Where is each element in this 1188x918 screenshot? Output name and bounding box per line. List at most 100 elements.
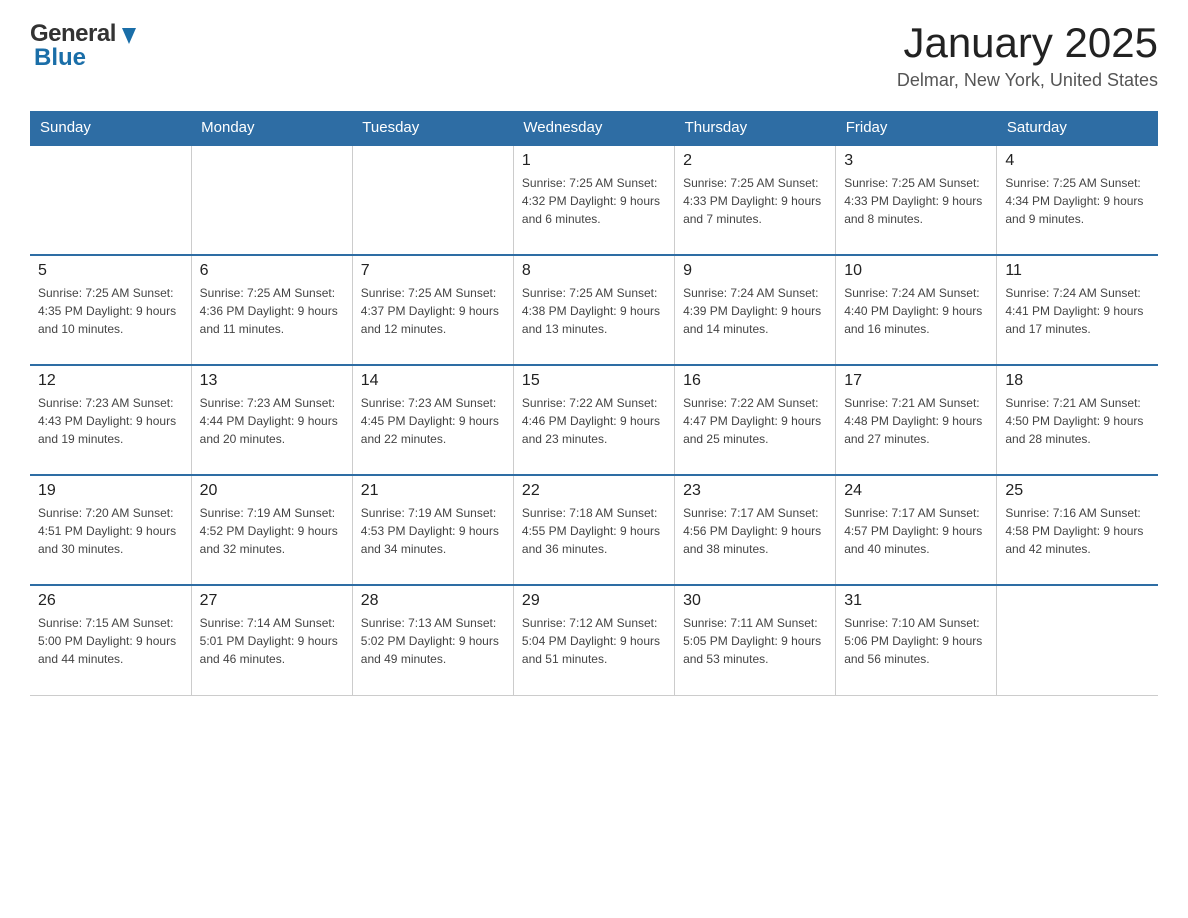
day-number: 18 xyxy=(1005,372,1150,390)
day-info: Sunrise: 7:22 AM Sunset: 4:46 PM Dayligh… xyxy=(522,394,666,448)
calendar-cell: 25 Sunrise: 7:16 AM Sunset: 4:58 PM Dayli… xyxy=(997,475,1158,585)
day-number: 14 xyxy=(361,372,505,390)
day-number: 29 xyxy=(522,592,666,610)
calendar-cell: 1 Sunrise: 7:25 AM Sunset: 4:32 PM Daylig… xyxy=(513,145,674,255)
day-number: 24 xyxy=(844,482,988,500)
calendar-cell: 20Sunrise: 7:19 AM Sunset: 4:52 PM Dayli… xyxy=(191,475,352,585)
calendar-week-row: 19 Sunrise: 7:20 AM Sunset: 4:51 PM Dayli… xyxy=(30,475,1158,585)
day-info: Sunrise: 7:21 AM Sunset: 4:48 PM Dayligh… xyxy=(844,394,988,448)
calendar-cell: 3Sunrise: 7:25 AM Sunset: 4:33 PM Daylig… xyxy=(836,145,997,255)
day-info: Sunrise: 7:18 AM Sunset: 4:55 PM Dayligh… xyxy=(522,504,666,558)
day-info: Sunrise: 7:23 AM Sunset: 4:45 PM Dayligh… xyxy=(361,394,505,448)
day-number: 4 xyxy=(1005,152,1150,170)
calendar-cell xyxy=(352,145,513,255)
day-number: 12 xyxy=(38,372,183,390)
calendar-cell: 19 Sunrise: 7:20 AM Sunset: 4:51 PM Dayli… xyxy=(30,475,191,585)
day-number: 25 xyxy=(1005,482,1150,500)
calendar-cell: 10Sunrise: 7:24 AM Sunset: 4:40 PM Dayli… xyxy=(836,255,997,365)
day-number: 6 xyxy=(200,262,344,280)
calendar-cell: 4 Sunrise: 7:25 AM Sunset: 4:34 PM Daylig… xyxy=(997,145,1158,255)
calendar-cell xyxy=(191,145,352,255)
day-number: 13 xyxy=(200,372,344,390)
day-info: Sunrise: 7:20 AM Sunset: 4:51 PM Dayligh… xyxy=(38,504,183,558)
day-number: 5 xyxy=(38,262,183,280)
day-number: 7 xyxy=(361,262,505,280)
day-info: Sunrise: 7:15 AM Sunset: 5:00 PM Dayligh… xyxy=(38,614,183,668)
day-number: 16 xyxy=(683,372,827,390)
day-number: 26 xyxy=(38,592,183,610)
calendar-cell: 31 Sunrise: 7:10 AM Sunset: 5:06 PM Dayli… xyxy=(836,585,997,695)
day-info: Sunrise: 7:19 AM Sunset: 4:53 PM Dayligh… xyxy=(361,504,505,558)
day-info: Sunrise: 7:13 AM Sunset: 5:02 PM Dayligh… xyxy=(361,614,505,668)
day-info: Sunrise: 7:10 AM Sunset: 5:06 PM Dayligh… xyxy=(844,614,988,668)
day-info: Sunrise: 7:21 AM Sunset: 4:50 PM Dayligh… xyxy=(1005,394,1150,448)
day-info: Sunrise: 7:25 AM Sunset: 4:33 PM Dayligh… xyxy=(844,174,988,228)
calendar-cell: 11 Sunrise: 7:24 AM Sunset: 4:41 PM Dayli… xyxy=(997,255,1158,365)
calendar-day-header: Thursday xyxy=(675,111,836,145)
calendar-cell: 2 Sunrise: 7:25 AM Sunset: 4:33 PM Daylig… xyxy=(675,145,836,255)
day-number: 11 xyxy=(1005,262,1150,280)
day-info: Sunrise: 7:22 AM Sunset: 4:47 PM Dayligh… xyxy=(683,394,827,448)
calendar-table: SundayMondayTuesdayWednesdayThursdayFrid… xyxy=(30,111,1158,696)
day-number: 2 xyxy=(683,152,827,170)
calendar-cell: 16 Sunrise: 7:22 AM Sunset: 4:47 PM Dayli… xyxy=(675,365,836,475)
day-number: 9 xyxy=(683,262,827,280)
calendar-day-header: Sunday xyxy=(30,111,191,145)
day-number: 19 xyxy=(38,482,183,500)
calendar-cell: 6 Sunrise: 7:25 AM Sunset: 4:36 PM Daylig… xyxy=(191,255,352,365)
day-info: Sunrise: 7:25 AM Sunset: 4:35 PM Dayligh… xyxy=(38,284,183,338)
logo: General Blue xyxy=(30,20,140,72)
calendar-cell: 18 Sunrise: 7:21 AM Sunset: 4:50 PM Dayli… xyxy=(997,365,1158,475)
day-info: Sunrise: 7:24 AM Sunset: 4:41 PM Dayligh… xyxy=(1005,284,1150,338)
day-info: Sunrise: 7:25 AM Sunset: 4:33 PM Dayligh… xyxy=(683,174,827,228)
day-number: 20 xyxy=(200,482,344,500)
page-title: January 2025 xyxy=(897,20,1158,66)
day-number: 27 xyxy=(200,592,344,610)
day-info: Sunrise: 7:11 AM Sunset: 5:05 PM Dayligh… xyxy=(683,614,827,668)
day-number: 31 xyxy=(844,592,988,610)
calendar-day-header: Tuesday xyxy=(352,111,513,145)
calendar-cell: 17 Sunrise: 7:21 AM Sunset: 4:48 PM Dayli… xyxy=(836,365,997,475)
page-header: General Blue January 2025 Delmar, New Yo… xyxy=(30,20,1158,91)
calendar-cell xyxy=(30,145,191,255)
calendar-week-row: 5 Sunrise: 7:25 AM Sunset: 4:35 PM Daylig… xyxy=(30,255,1158,365)
day-info: Sunrise: 7:23 AM Sunset: 4:44 PM Dayligh… xyxy=(200,394,344,448)
logo-blue-text: Blue xyxy=(34,44,86,72)
day-info: Sunrise: 7:23 AM Sunset: 4:43 PM Dayligh… xyxy=(38,394,183,448)
calendar-day-header: Monday xyxy=(191,111,352,145)
day-info: Sunrise: 7:12 AM Sunset: 5:04 PM Dayligh… xyxy=(522,614,666,668)
calendar-cell: 26 Sunrise: 7:15 AM Sunset: 5:00 PM Dayli… xyxy=(30,585,191,695)
day-number: 21 xyxy=(361,482,505,500)
day-info: Sunrise: 7:24 AM Sunset: 4:39 PM Dayligh… xyxy=(683,284,827,338)
day-number: 17 xyxy=(844,372,988,390)
day-number: 22 xyxy=(522,482,666,500)
calendar-day-header: Friday xyxy=(836,111,997,145)
day-number: 10 xyxy=(844,262,988,280)
calendar-cell: 30 Sunrise: 7:11 AM Sunset: 5:05 PM Dayli… xyxy=(675,585,836,695)
day-info: Sunrise: 7:25 AM Sunset: 4:37 PM Dayligh… xyxy=(361,284,505,338)
calendar-cell: 14 Sunrise: 7:23 AM Sunset: 4:45 PM Dayli… xyxy=(352,365,513,475)
calendar-week-row: 26 Sunrise: 7:15 AM Sunset: 5:00 PM Dayli… xyxy=(30,585,1158,695)
calendar-cell: 21 Sunrise: 7:19 AM Sunset: 4:53 PM Dayli… xyxy=(352,475,513,585)
calendar-cell: 22 Sunrise: 7:18 AM Sunset: 4:55 PM Dayli… xyxy=(513,475,674,585)
calendar-cell: 5 Sunrise: 7:25 AM Sunset: 4:35 PM Daylig… xyxy=(30,255,191,365)
calendar-header-row: SundayMondayTuesdayWednesdayThursdayFrid… xyxy=(30,111,1158,145)
day-info: Sunrise: 7:25 AM Sunset: 4:36 PM Dayligh… xyxy=(200,284,344,338)
day-info: Sunrise: 7:16 AM Sunset: 4:58 PM Dayligh… xyxy=(1005,504,1150,558)
calendar-cell: 15Sunrise: 7:22 AM Sunset: 4:46 PM Dayli… xyxy=(513,365,674,475)
day-info: Sunrise: 7:25 AM Sunset: 4:32 PM Dayligh… xyxy=(522,174,666,228)
day-info: Sunrise: 7:25 AM Sunset: 4:38 PM Dayligh… xyxy=(522,284,666,338)
calendar-cell xyxy=(997,585,1158,695)
calendar-cell: 29 Sunrise: 7:12 AM Sunset: 5:04 PM Dayli… xyxy=(513,585,674,695)
subtitle: Delmar, New York, United States xyxy=(897,70,1158,91)
calendar-cell: 12 Sunrise: 7:23 AM Sunset: 4:43 PM Dayli… xyxy=(30,365,191,475)
day-info: Sunrise: 7:17 AM Sunset: 4:56 PM Dayligh… xyxy=(683,504,827,558)
day-info: Sunrise: 7:14 AM Sunset: 5:01 PM Dayligh… xyxy=(200,614,344,668)
day-number: 8 xyxy=(522,262,666,280)
calendar-cell: 24Sunrise: 7:17 AM Sunset: 4:57 PM Dayli… xyxy=(836,475,997,585)
day-number: 30 xyxy=(683,592,827,610)
title-area: January 2025 Delmar, New York, United St… xyxy=(897,20,1158,91)
day-info: Sunrise: 7:25 AM Sunset: 4:34 PM Dayligh… xyxy=(1005,174,1150,228)
day-number: 1 xyxy=(522,152,666,170)
calendar-week-row: 12 Sunrise: 7:23 AM Sunset: 4:43 PM Dayli… xyxy=(30,365,1158,475)
